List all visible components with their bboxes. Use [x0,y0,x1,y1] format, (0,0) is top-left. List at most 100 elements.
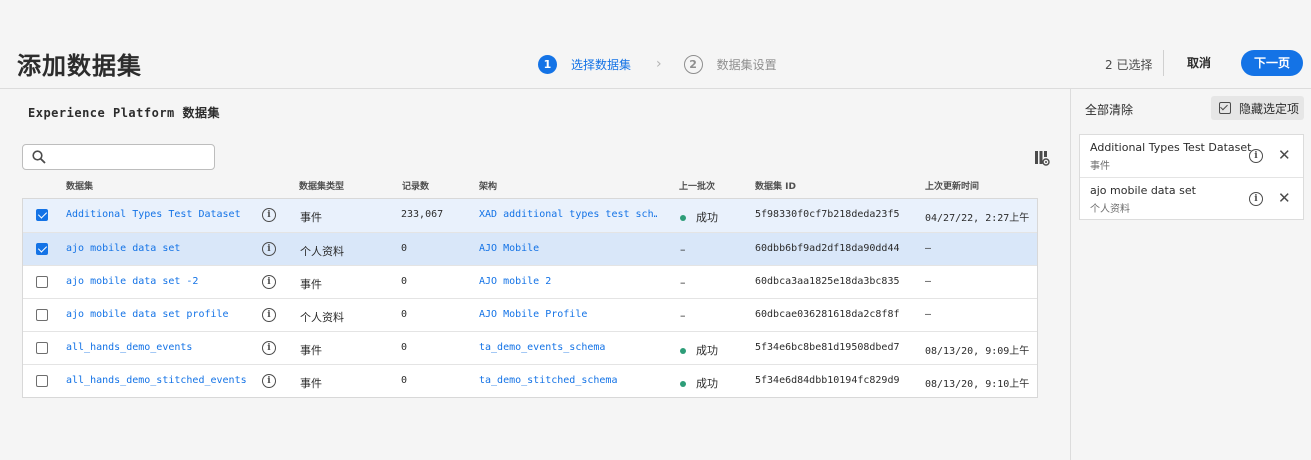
step-1-label[interactable]: 选择数据集 [571,56,631,73]
table-row[interactable]: Additional Types Test Dataset i 事件 233,0… [23,199,1037,232]
dataset-type: 事件 [300,344,322,357]
dataset-name-link[interactable]: all_hands_demo_events [66,342,192,353]
col-type[interactable]: 数据集类型 [299,179,344,192]
info-icon[interactable]: i [262,374,276,388]
dataset-id: 60dbca3aa1825e18da3bc835 [755,276,900,287]
schema-link[interactable]: AJO mobile 2 [479,276,657,287]
updated-time: – [925,309,932,320]
info-icon[interactable]: i [262,242,276,256]
schema-link[interactable]: AJO Mobile Profile [479,309,657,320]
selection-panel: 全部清除 隐藏选定项 Additional Types Test Dataset… [1070,89,1311,460]
record-count: 0 [401,342,408,353]
updated-time: – [925,276,932,287]
record-count: 0 [401,276,408,287]
selected-item: ajo mobile data set 个人资料 i ✕ [1080,177,1303,219]
row-checkbox[interactable] [36,309,48,321]
row-checkbox[interactable] [36,276,48,288]
col-schema[interactable]: 架构 [479,179,497,192]
dataset-name-link[interactable]: ajo mobile data set -2 [66,276,198,287]
record-count: 233,067 [401,209,444,220]
dataset-name-link[interactable]: Additional Types Test Dataset [66,209,241,220]
row-checkbox[interactable] [36,243,48,255]
schema-link[interactable]: AJO Mobile [479,243,657,254]
schema-link[interactable]: ta_demo_events_schema [479,342,657,353]
updated-time: 08/13/20, 9:09上午 [925,346,1030,357]
col-dataset[interactable]: 数据集 [66,179,93,192]
info-icon[interactable]: i [262,341,276,355]
clear-all-link[interactable]: 全部清除 [1085,101,1133,118]
search-input[interactable] [22,144,215,170]
selected-item-type: 事件 [1090,161,1110,172]
header: 添加数据集 1 选择数据集 › 2 数据集设置 2 已选择 取消 下一页 [0,0,1311,89]
last-batch-status: 成功 [680,342,718,358]
dataset-type: 个人资料 [300,245,344,258]
row-checkbox[interactable] [36,375,48,387]
dataset-id: 5f98330f0cf7b218deda23f5 [755,209,900,220]
dataset-type: 事件 [300,278,322,291]
col-records[interactable]: 记录数 [402,179,429,192]
dataset-id: 5f34e6bc8be81d19508dbed7 [755,342,900,353]
record-count: 0 [401,309,408,320]
row-checkbox[interactable] [36,209,48,221]
cancel-button[interactable]: 取消 [1175,52,1223,74]
last-batch-status: – [680,276,686,289]
info-icon[interactable]: i [262,308,276,322]
info-icon[interactable]: i [1249,192,1263,206]
dataset-type: 个人资料 [300,311,344,324]
selected-count: 2 已选择 [1105,58,1153,72]
table-header: 数据集 数据集类型 记录数 架构 上一批次 数据集 ID 上次更新时间 [22,176,1038,198]
next-button[interactable]: 下一页 [1241,50,1303,76]
last-batch-status: 成功 [680,375,718,391]
table-row[interactable]: all_hands_demo_events i 事件 0 ta_demo_eve… [23,331,1037,364]
updated-time: – [925,243,932,254]
page-title: 添加数据集 [17,52,142,80]
step-2-label[interactable]: 数据集设置 [717,56,777,73]
row-checkbox[interactable] [36,342,48,354]
chevron-right-icon: › [656,56,662,72]
table-row[interactable]: ajo mobile data set profile i 个人资料 0 AJO… [23,298,1037,331]
dataset-type: 事件 [300,377,322,390]
stepper: 1 选择数据集 › 2 数据集设置 [538,53,777,75]
step-2-number: 2 [683,54,703,74]
updated-time: 04/27/22, 2:27上午 [925,213,1030,224]
dataset-id: 5f34e6d84dbb10194fc829d9 [755,375,900,386]
info-icon[interactable]: i [1249,149,1263,163]
status-dot [680,348,686,354]
table-body: Additional Types Test Dataset i 事件 233,0… [22,198,1038,398]
section-title: Experience Platform 数据集 [28,106,220,120]
status-dot [680,381,686,387]
record-count: 0 [401,243,408,254]
search-icon [32,150,46,164]
schema-link[interactable]: XAD additional types test sch… [479,209,657,220]
updated-time: 08/13/20, 9:10上午 [925,379,1030,390]
dataset-name-link[interactable]: all_hands_demo_stitched_events [66,375,247,386]
table-row[interactable]: all_hands_demo_stitched_events i 事件 0 ta… [23,364,1037,397]
col-updated[interactable]: 上次更新时间 [925,179,979,192]
col-last-batch[interactable]: 上一批次 [679,179,715,192]
hide-selected-button[interactable]: 隐藏选定项 [1211,96,1304,120]
close-icon[interactable]: ✕ [1278,146,1291,164]
dataset-name-link[interactable]: ajo mobile data set profile [66,309,229,320]
table-row[interactable]: ajo mobile data set i 个人资料 0 AJO Mobile … [23,232,1037,265]
last-batch-status: – [680,309,686,322]
divider [1163,50,1164,76]
last-batch-status: – [680,243,686,256]
dataset-name-link[interactable]: ajo mobile data set [66,243,180,254]
info-icon[interactable]: i [262,275,276,289]
table-row[interactable]: ajo mobile data set -2 i 事件 0 AJO mobile… [23,265,1037,298]
record-count: 0 [401,375,408,386]
info-icon[interactable]: i [262,208,276,222]
selected-list: Additional Types Test Dataset 事件 i ✕ ajo… [1079,134,1304,220]
schema-link[interactable]: ta_demo_stitched_schema [479,375,657,386]
status-text: 成功 [696,344,718,357]
selected-item: Additional Types Test Dataset 事件 i ✕ [1080,135,1303,177]
column-settings-icon[interactable] [1034,150,1050,166]
col-dataset-id[interactable]: 数据集 ID [755,179,796,192]
dataset-id: 60dbb6bf9ad2df18da90dd44 [755,243,900,254]
status-dot [680,215,686,221]
dataset-id: 60dbcae036281618da2c8f8f [755,309,900,320]
selected-item-type: 个人资料 [1090,204,1130,215]
hide-selected-label: 隐藏选定项 [1239,101,1300,116]
close-icon[interactable]: ✕ [1278,189,1291,207]
last-batch-status: 成功 [680,209,718,225]
